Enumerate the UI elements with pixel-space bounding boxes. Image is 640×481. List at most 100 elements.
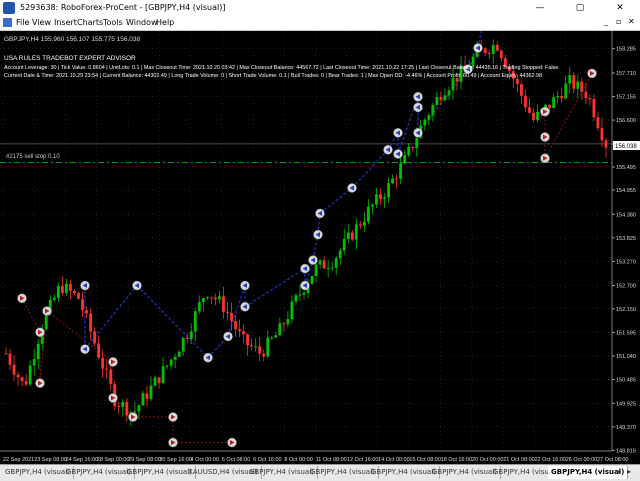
candle-body (314, 264, 318, 277)
candle-body (580, 81, 584, 92)
document-icon[interactable] (3, 18, 12, 27)
candle-body (254, 346, 258, 348)
candle-body (8, 353, 12, 365)
y-tick-label: 149.925 (616, 401, 636, 407)
candle-body (379, 194, 382, 199)
y-tick-label: 156.600 (616, 118, 636, 124)
candle-body (270, 337, 274, 339)
candle-body (302, 292, 306, 295)
y-tick-label: 158.285 (616, 47, 636, 53)
menu-tools[interactable]: Tools (103, 18, 123, 27)
candle-body (161, 366, 165, 383)
candle-body (286, 319, 290, 325)
menu-file[interactable]: File (16, 18, 29, 27)
candle-body (346, 232, 350, 239)
candle-body (560, 95, 564, 99)
y-tick-label: 148.815 (616, 448, 636, 454)
candle-body (290, 301, 294, 320)
menu-view[interactable]: View (32, 18, 51, 27)
y-tick-label: 151.595 (616, 330, 636, 336)
candle-body (250, 345, 254, 347)
title-bar: 5293638: RoboForex-ProCent - [GBPJPY,H4 … (0, 0, 640, 16)
candle-body (16, 374, 20, 378)
ea-info-line-2: Current Date & Time: 2021.10.29 23:54 | … (4, 73, 542, 79)
candle-body (572, 75, 576, 89)
candle-body (451, 77, 455, 91)
candle-body (205, 297, 209, 299)
candle-body (282, 323, 286, 325)
candle-body (552, 97, 556, 109)
candle-body (32, 359, 36, 366)
candle-body (375, 194, 378, 205)
menu-charts[interactable]: Charts (77, 18, 103, 27)
candle-body (423, 119, 427, 126)
x-tick-label: 14 Oct 00:00 (378, 457, 410, 463)
candle-body (133, 411, 137, 413)
candle-body (125, 401, 129, 416)
price-chart[interactable]: 158.285 157.710 157.155 156.600 156.038 155.4… (0, 31, 640, 464)
candle-body (367, 206, 370, 222)
candle-body (515, 78, 519, 85)
candle-body (330, 267, 334, 269)
candle-body (487, 52, 491, 54)
candle-body (568, 75, 572, 84)
candle-body (274, 335, 278, 338)
candle-body (322, 260, 326, 269)
candle-body (157, 377, 161, 383)
candle-body (427, 115, 431, 120)
candle-body (495, 44, 499, 51)
candle-body (85, 310, 88, 314)
menu-window[interactable]: Window (126, 18, 158, 27)
candle-body (358, 224, 362, 226)
candle-body (117, 406, 121, 408)
candle-body (121, 401, 125, 407)
close-button[interactable]: ✕ (600, 0, 640, 16)
y-tick-label: 154.955 (616, 188, 636, 194)
x-tick-label: 29 Sep 08:00 (128, 457, 161, 463)
candle-body (213, 297, 217, 300)
candle-body (201, 298, 205, 303)
candle-body (149, 385, 153, 399)
menu-bar: File View Insert Charts Tools Window Hel… (0, 16, 640, 31)
candle-body (439, 96, 443, 101)
candle-body (173, 356, 177, 360)
candle-body (145, 393, 149, 399)
candle-body (93, 331, 97, 344)
x-tick-label: 5 Oct 08:00 (222, 457, 250, 463)
y-tick-label: 154.380 (616, 212, 636, 218)
y-tick-label: 152.700 (616, 284, 636, 290)
x-tick-label: 15 Oct 08:00 (409, 457, 441, 463)
candle-body (318, 260, 322, 265)
minimize-button[interactable]: — (520, 0, 560, 16)
restore-button[interactable]: ▢ (560, 0, 600, 16)
candle-body (576, 81, 580, 89)
candle-body (524, 95, 527, 108)
mdi-restore-button[interactable]: ▫ (616, 17, 621, 26)
x-tick-label: 21 Oct 08:00 (503, 457, 535, 463)
candle-body (266, 337, 270, 357)
candle-body (399, 163, 403, 179)
candle-body (258, 346, 262, 354)
mdi-minimize-button[interactable]: _ (604, 17, 608, 26)
x-tick-label: 24 Sep 16:00 (66, 457, 99, 463)
candle-body (24, 381, 28, 385)
candle-body (407, 146, 411, 156)
candle-body (354, 224, 358, 240)
candle-body (600, 128, 604, 141)
candle-body (238, 329, 241, 332)
candle-body (294, 295, 298, 302)
tab-scroll-right-icon[interactable]: ▸ (627, 467, 631, 476)
candle-body (97, 343, 101, 358)
x-tick-label: 8 Oct 00:00 (284, 457, 312, 463)
mdi-close-button[interactable]: ✕ (628, 17, 635, 26)
candle-body (12, 364, 16, 375)
y-tick-label: 155.495 (616, 165, 636, 171)
candle-body (556, 95, 560, 98)
tab-scroll-left-icon[interactable]: ◂ (616, 467, 620, 476)
y-tick-label: 153.270 (616, 259, 636, 265)
candle-body (443, 95, 447, 101)
candle-body (592, 98, 596, 118)
menu-insert[interactable]: Insert (54, 18, 77, 27)
menu-help[interactable]: Help (156, 18, 174, 27)
x-tick-label: 4 Oct 00:00 (191, 457, 219, 463)
